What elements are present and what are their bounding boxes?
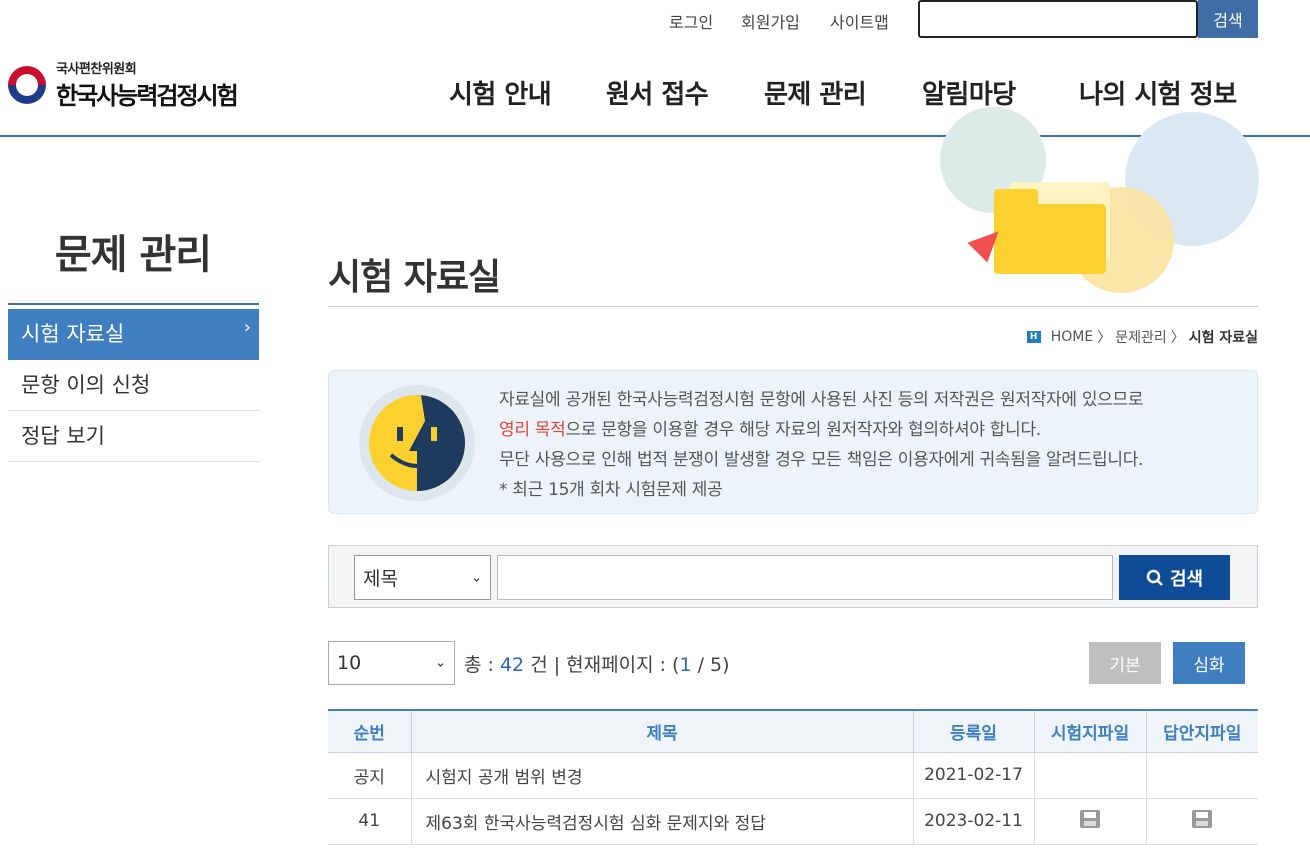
floppy-disk-icon[interactable] bbox=[1192, 809, 1213, 828]
join-link[interactable]: 회원가입 bbox=[741, 9, 800, 33]
sidebar-item-label: 정답 보기 bbox=[21, 424, 105, 448]
sidebar-title: 문제 관리 bbox=[54, 232, 212, 278]
filter-basic-button[interactable]: 기본 bbox=[1089, 642, 1161, 684]
gnb-application[interactable]: 원서 접수 bbox=[606, 74, 709, 111]
row-date: 2023-02-11 bbox=[912, 798, 1034, 845]
row-exam-file bbox=[1033, 798, 1146, 845]
gnb-my-exam-info[interactable]: 나의 시험 정보 bbox=[1079, 74, 1237, 111]
notice-line-2: 영리 목적으로 문항을 이용할 경우 해당 자료의 원저작자와 협의하셔야 합니… bbox=[499, 415, 1143, 445]
home-icon: H bbox=[1026, 331, 1041, 343]
search-field-select[interactable]: 제목 ⌄ bbox=[354, 555, 491, 600]
table-row[interactable]: 공지 시험지 공개 범위 변경 2021-02-17 bbox=[328, 752, 1258, 799]
search-icon bbox=[1146, 569, 1163, 586]
sidebar-item-exam-archive[interactable]: 시험 자료실 › bbox=[8, 309, 259, 360]
row-answer-file bbox=[1145, 798, 1258, 845]
search-field-value: 제목 bbox=[363, 568, 398, 590]
global-nav: 시험 안내 원서 접수 문제 관리 알림마당 나의 시험 정보 bbox=[0, 74, 1310, 114]
breadcrumb-section[interactable]: 문제관리 bbox=[1115, 327, 1167, 347]
chevron-down-icon: ⌄ bbox=[471, 570, 482, 585]
sidebar-divider bbox=[8, 303, 259, 305]
site-search-button[interactable]: 검색 bbox=[1198, 0, 1258, 38]
total-count: 42 bbox=[499, 654, 525, 676]
gnb-question-management[interactable]: 문제 관리 bbox=[764, 74, 867, 111]
sidebar-item-objection[interactable]: 문항 이의 신청 bbox=[8, 360, 259, 411]
archive-search-input[interactable] bbox=[497, 555, 1113, 600]
folder-icon bbox=[994, 204, 1106, 274]
col-header-exam-file: 시험지파일 bbox=[1033, 709, 1146, 753]
copyright-notice: 자료실에 공개된 한국사능력검정시험 문항에 사용된 사진 등의 저작권은 원저… bbox=[328, 370, 1258, 514]
col-header-number: 순번 bbox=[328, 709, 411, 753]
chevron-down-icon: ⌄ bbox=[435, 655, 446, 671]
notice-line-1: 자료실에 공개된 한국사능력검정시험 문항에 사용된 사진 등의 저작권은 원저… bbox=[499, 390, 1144, 410]
title-divider bbox=[328, 306, 1258, 307]
table-header-row: 순번 제목 등록일 시험지파일 답안지파일 bbox=[328, 709, 1258, 753]
notice-line-3: 무단 사용으로 인해 법적 분쟁이 발생할 경우 모든 책임은 이용자에게 귀속… bbox=[499, 450, 1144, 470]
sidebar-item-answers[interactable]: 정답 보기 bbox=[8, 411, 259, 462]
breadcrumb-separator-icon: 〉 bbox=[1170, 330, 1185, 346]
page-title: 시험 자료실 bbox=[328, 257, 501, 298]
page-suffix: ) bbox=[722, 654, 730, 676]
exam-archive-table: 순번 제목 등록일 시험지파일 답안지파일 공지 시험지 공개 범위 변경 20… bbox=[328, 709, 1258, 845]
utility-bar: 로그인 회원가입 사이트맵 검색 bbox=[0, 0, 1310, 40]
breadcrumb: H HOME 〉 문제관리 〉 시험 자료실 bbox=[1026, 327, 1258, 347]
page-size-value: 10 bbox=[337, 652, 362, 674]
gnb-notice[interactable]: 알림마당 bbox=[922, 74, 1016, 111]
floppy-disk-icon[interactable] bbox=[1080, 809, 1100, 828]
row-title-link[interactable]: 제63회 한국사능력검정시험 심화 문제지와 정답 bbox=[410, 798, 913, 845]
breadcrumb-separator-icon: 〉 bbox=[1097, 330, 1112, 346]
login-link[interactable]: 로그인 bbox=[669, 9, 713, 33]
archive-search-bar: 제목 ⌄ 검색 bbox=[328, 545, 1258, 608]
row-title-link[interactable]: 시험지 공개 범위 변경 bbox=[410, 752, 913, 799]
col-header-answer-file: 답안지파일 bbox=[1145, 709, 1258, 753]
total-suffix: 건 | 현재페이지 : ( bbox=[524, 654, 680, 676]
notice-highlight: 영리 목적 bbox=[499, 420, 566, 440]
row-number: 41 bbox=[328, 798, 411, 845]
current-page: 1 bbox=[679, 654, 692, 676]
chevron-right-icon: › bbox=[243, 317, 251, 338]
col-header-title: 제목 bbox=[410, 709, 913, 753]
smiley-face-icon bbox=[359, 385, 475, 501]
total-prefix: 총 : bbox=[464, 654, 500, 676]
row-answer-file bbox=[1145, 752, 1258, 799]
notice-line-2-rest: 으로 문항을 이용할 경우 해당 자료의 원저작자와 협의하셔야 합니다. bbox=[565, 420, 1041, 440]
row-number: 공지 bbox=[328, 752, 411, 799]
folder-illustration bbox=[930, 107, 1270, 293]
notice-line-4: * 최근 15개 회차 시험문제 제공 bbox=[499, 480, 723, 500]
table-row[interactable]: 41 제63회 한국사능력검정시험 심화 문제지와 정답 2023-02-11 bbox=[328, 798, 1258, 845]
list-summary: 총 : 42 건 | 현재페이지 : (1 / 5) bbox=[464, 650, 730, 677]
row-exam-file bbox=[1033, 752, 1146, 799]
site-search-input[interactable] bbox=[918, 0, 1198, 38]
page-separator: / bbox=[691, 654, 711, 676]
total-pages: 5 bbox=[710, 654, 723, 676]
col-header-date: 등록일 bbox=[912, 709, 1034, 753]
gnb-exam-info[interactable]: 시험 안내 bbox=[449, 74, 552, 111]
filter-advanced-button[interactable]: 심화 bbox=[1173, 642, 1245, 684]
row-date: 2021-02-17 bbox=[912, 752, 1034, 799]
breadcrumb-current: 시험 자료실 bbox=[1188, 330, 1258, 346]
breadcrumb-home[interactable]: HOME bbox=[1051, 329, 1093, 345]
sidebar-item-label: 시험 자료실 bbox=[21, 322, 125, 346]
sidebar-item-label: 문항 이의 신청 bbox=[21, 373, 151, 397]
archive-search-button-label: 검색 bbox=[1169, 568, 1204, 590]
sitemap-link[interactable]: 사이트맵 bbox=[830, 9, 889, 33]
archive-search-button[interactable]: 검색 bbox=[1119, 555, 1230, 600]
page-size-select[interactable]: 10 ⌄ bbox=[328, 641, 455, 685]
